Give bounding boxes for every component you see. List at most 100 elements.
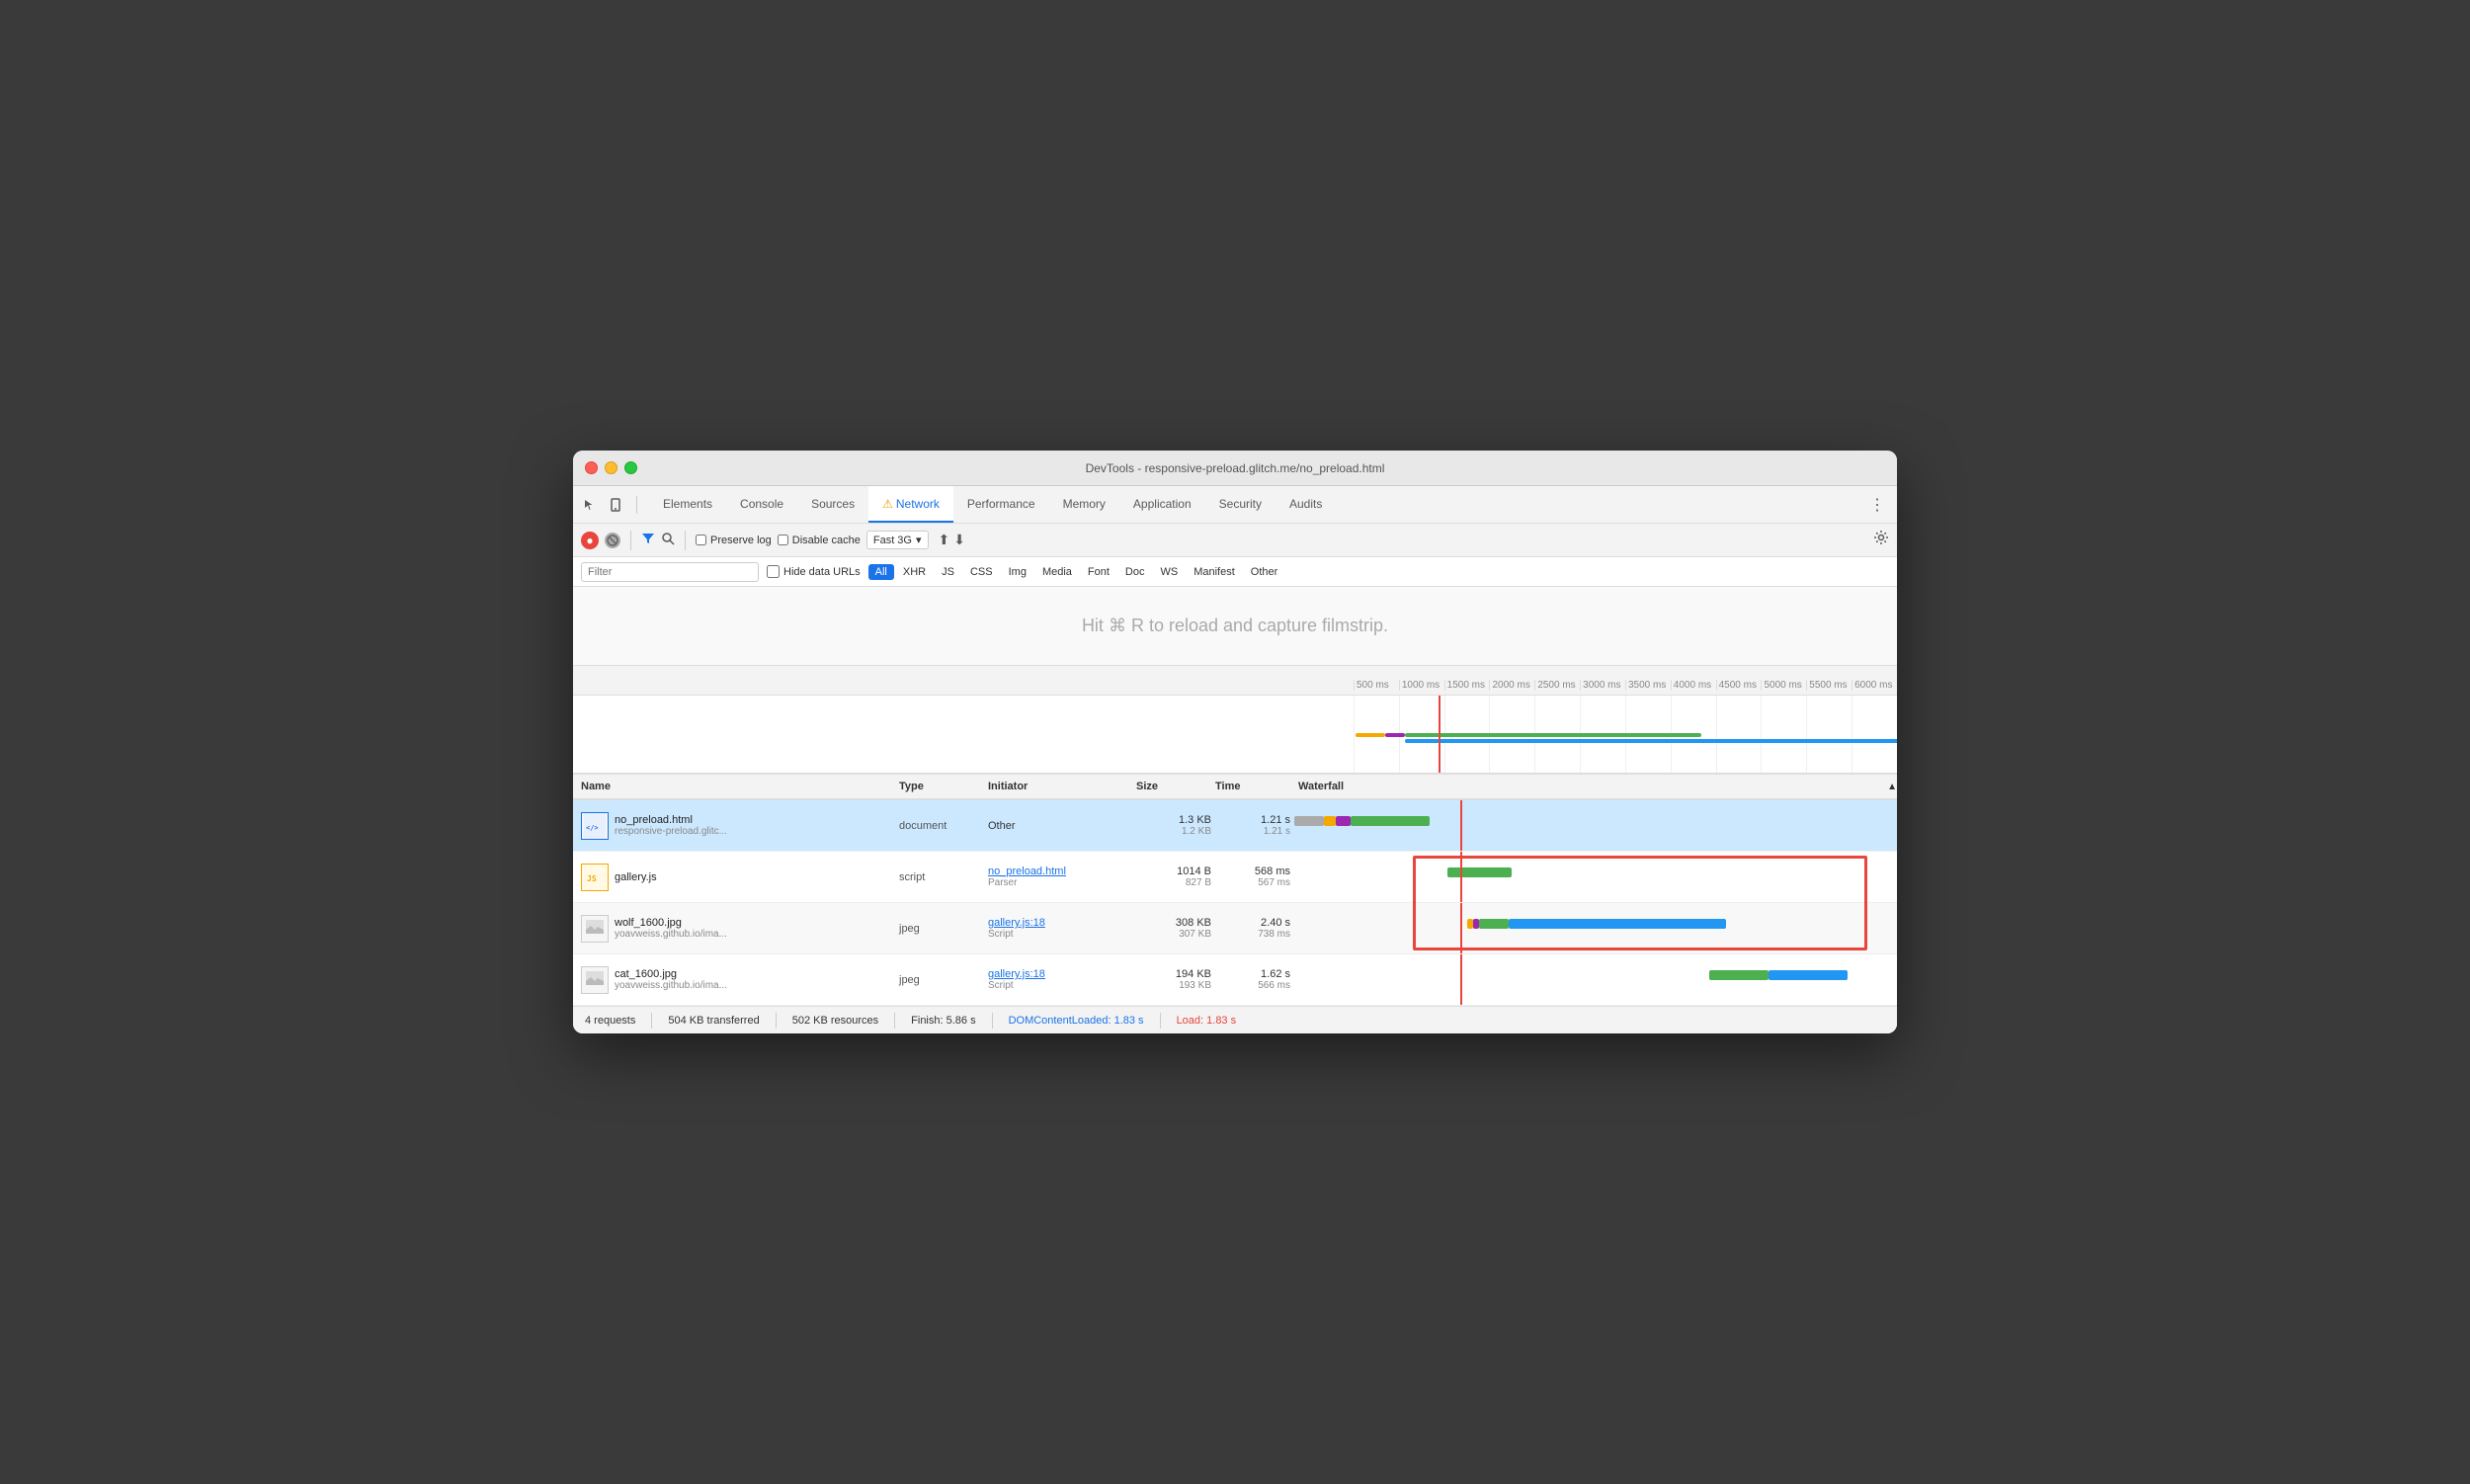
- row-initiator: Other: [988, 820, 1136, 832]
- clear-button[interactable]: [605, 533, 620, 548]
- preserve-log-input[interactable]: [696, 535, 706, 545]
- table-row[interactable]: </> no_preload.html responsive-preload.g…: [573, 800, 1897, 852]
- row-name-cell: </> no_preload.html responsive-preload.g…: [573, 812, 899, 840]
- close-button[interactable]: [585, 461, 598, 474]
- filter-input[interactable]: [581, 562, 759, 582]
- row-initiator: gallery.js:18 Script: [988, 917, 1136, 940]
- row-time: 568 ms 567 ms: [1215, 866, 1294, 888]
- row-name-cell: wolf_1600.jpg yoavweiss.github.io/ima...: [573, 915, 899, 943]
- row-waterfall: [1294, 954, 1897, 1005]
- tab-performance[interactable]: Performance: [953, 486, 1049, 523]
- maximize-button[interactable]: [624, 461, 637, 474]
- table-row[interactable]: cat_1600.jpg yoavweiss.github.io/ima... …: [573, 954, 1897, 1006]
- import-icon[interactable]: ⬆: [939, 532, 950, 548]
- tick-3500: 3500 ms: [1625, 680, 1671, 691]
- row-size: 1.3 KB 1.2 KB: [1136, 814, 1215, 837]
- filter-img[interactable]: Img: [1002, 564, 1033, 580]
- sort-icon: ▲: [1887, 782, 1897, 792]
- tick-6000: 6000 ms: [1852, 680, 1897, 691]
- timeline-header: 500 ms 1000 ms 1500 ms 2000 ms 2500 ms 3…: [573, 666, 1897, 696]
- chevron-down-icon: ▾: [916, 534, 922, 546]
- resources-size: 502 KB resources: [792, 1015, 878, 1027]
- row-size: 194 KB 193 KB: [1136, 968, 1215, 991]
- load-time: Load: 1.83 s: [1177, 1015, 1237, 1027]
- row-type: jpeg: [899, 923, 988, 935]
- tab-sources[interactable]: Sources: [797, 486, 868, 523]
- transferred-size: 504 KB transferred: [668, 1015, 759, 1027]
- filter-icon[interactable]: [641, 532, 655, 548]
- tab-security[interactable]: Security: [1205, 486, 1276, 523]
- filter-media[interactable]: Media: [1035, 564, 1079, 580]
- header-size[interactable]: Size: [1136, 781, 1215, 792]
- filter-font[interactable]: Font: [1081, 564, 1116, 580]
- warning-icon: ⚠: [882, 497, 893, 511]
- header-type[interactable]: Type: [899, 781, 988, 792]
- filter-js[interactable]: JS: [935, 564, 961, 580]
- pointer-icon[interactable]: [581, 496, 599, 514]
- filter-doc[interactable]: Doc: [1118, 564, 1152, 580]
- preserve-log-checkbox[interactable]: Preserve log: [696, 535, 772, 546]
- status-divider-2: [776, 1013, 777, 1029]
- tab-application[interactable]: Application: [1119, 486, 1205, 523]
- filmstrip-hint: Hit ⌘ R to reload and capture filmstrip.: [1082, 616, 1388, 636]
- overview-bar-purple: [1385, 733, 1405, 737]
- disable-cache-input[interactable]: [778, 535, 788, 545]
- record-button[interactable]: ●: [581, 532, 599, 549]
- table-row[interactable]: wolf_1600.jpg yoavweiss.github.io/ima...…: [573, 903, 1897, 954]
- more-tabs-icon[interactable]: ⋮: [1865, 493, 1889, 517]
- toolbar-divider-2: [685, 531, 686, 550]
- finish-time: Finish: 5.86 s: [911, 1015, 975, 1027]
- row-type: script: [899, 871, 988, 883]
- filter-bar: Hide data URLs All XHR JS CSS Img Media …: [573, 557, 1897, 587]
- tick-4500: 4500 ms: [1716, 680, 1762, 691]
- table-row[interactable]: JS gallery.js script no_preload.html Par…: [573, 852, 1897, 903]
- filter-all[interactable]: All: [868, 564, 894, 580]
- mobile-icon[interactable]: [607, 496, 624, 514]
- tick-1500: 1500 ms: [1444, 680, 1490, 691]
- row-waterfall: [1294, 903, 1897, 953]
- toolbar-divider-1: [630, 531, 631, 550]
- header-time[interactable]: Time: [1215, 781, 1294, 792]
- settings-icon[interactable]: [1873, 530, 1889, 550]
- file-icon-img2: [581, 966, 609, 994]
- overview-bar-green-main: [1405, 733, 1701, 737]
- tick-2500: 2500 ms: [1534, 680, 1580, 691]
- tick-500: 500 ms: [1354, 680, 1399, 691]
- minimize-button[interactable]: [605, 461, 618, 474]
- filter-other[interactable]: Other: [1244, 564, 1285, 580]
- disable-cache-checkbox[interactable]: Disable cache: [778, 535, 861, 546]
- header-initiator[interactable]: Initiator: [988, 781, 1136, 792]
- throttle-select[interactable]: Fast 3G ▾: [866, 531, 929, 549]
- devtools-panel: Elements Console Sources ⚠ Network Perfo…: [573, 486, 1897, 1033]
- status-divider-5: [1160, 1013, 1161, 1029]
- tab-elements[interactable]: Elements: [649, 486, 726, 523]
- hide-data-urls-input[interactable]: [767, 565, 780, 578]
- tab-network[interactable]: ⚠ Network: [868, 486, 953, 523]
- row-type: document: [899, 820, 988, 832]
- file-icon-img: [581, 915, 609, 943]
- tick-1000: 1000 ms: [1399, 680, 1444, 691]
- filter-css[interactable]: CSS: [963, 564, 1000, 580]
- tick-5500: 5500 ms: [1806, 680, 1852, 691]
- hide-data-urls-label[interactable]: Hide data URLs: [767, 565, 861, 578]
- tick-4000: 4000 ms: [1671, 680, 1716, 691]
- window-title: DevTools - responsive-preload.glitch.me/…: [1086, 461, 1385, 475]
- search-icon[interactable]: [661, 532, 675, 548]
- export-icon[interactable]: ⬇: [953, 532, 965, 548]
- tab-audits[interactable]: Audits: [1276, 486, 1336, 523]
- filter-ws[interactable]: WS: [1153, 564, 1185, 580]
- status-bar: 4 requests 504 KB transferred 502 KB res…: [573, 1006, 1897, 1033]
- filter-manifest[interactable]: Manifest: [1187, 564, 1242, 580]
- tab-console[interactable]: Console: [726, 486, 797, 523]
- tick-3000: 3000 ms: [1580, 680, 1625, 691]
- header-waterfall[interactable]: Waterfall ▲: [1294, 781, 1897, 792]
- tick-2000: 2000 ms: [1489, 680, 1534, 691]
- timeline-chart: [573, 696, 1897, 775]
- tabs: Elements Console Sources ⚠ Network Perfo…: [649, 486, 1865, 523]
- filter-xhr[interactable]: XHR: [896, 564, 933, 580]
- network-table: </> no_preload.html responsive-preload.g…: [573, 800, 1897, 1006]
- row-size: 1014 B 827 B: [1136, 866, 1215, 888]
- tab-memory[interactable]: Memory: [1049, 486, 1119, 523]
- header-name[interactable]: Name: [573, 781, 899, 792]
- table-header: Name Type Initiator Size Time Waterfall …: [573, 775, 1897, 800]
